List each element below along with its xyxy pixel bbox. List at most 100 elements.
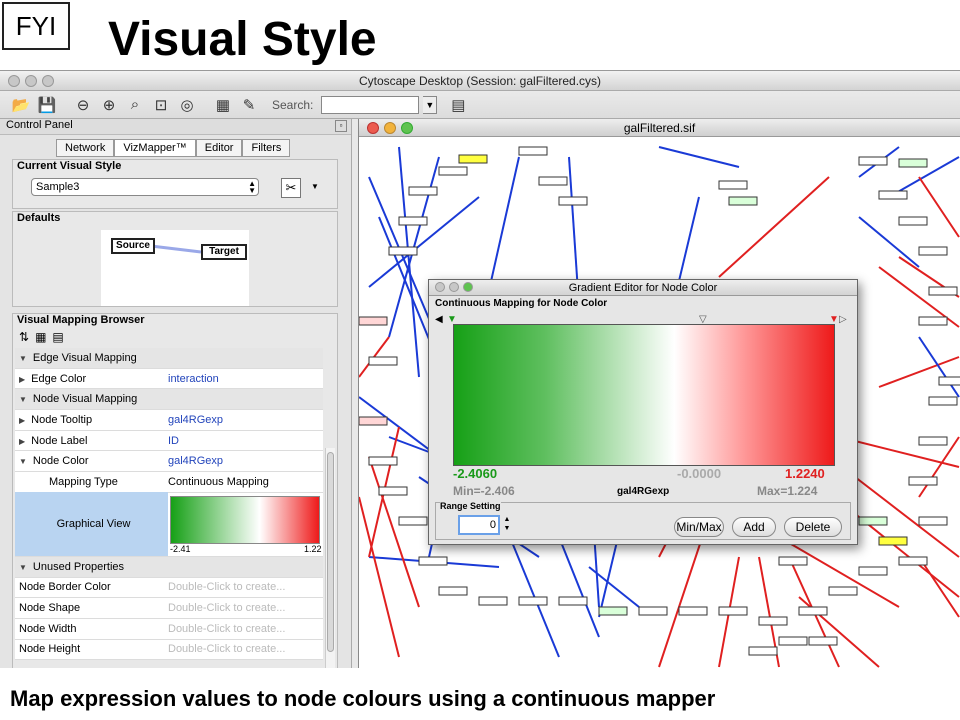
- table-row[interactable]: ▶ Node Tooltip gal4RGexp: [15, 410, 323, 431]
- network-node[interactable]: [908, 476, 938, 486]
- spinner-arrows-icon[interactable]: ▲ ▼: [502, 515, 512, 535]
- network-node[interactable]: [518, 596, 548, 606]
- network-node[interactable]: [598, 606, 628, 616]
- edit-icon[interactable]: ✎: [238, 94, 260, 116]
- network-node[interactable]: [748, 646, 778, 656]
- network-node[interactable]: [438, 166, 468, 176]
- style-options-icon[interactable]: ✂: [281, 178, 301, 198]
- property-scrollbar[interactable]: [325, 448, 335, 668]
- network-node[interactable]: [558, 196, 588, 206]
- tab-network[interactable]: Network: [56, 139, 115, 157]
- network-node[interactable]: [858, 566, 888, 576]
- table-row[interactable]: ▼ Unused Properties: [15, 556, 323, 578]
- table-row[interactable]: ▼ Edge Visual Mapping: [15, 348, 323, 369]
- network-node[interactable]: [678, 606, 708, 616]
- network-node[interactable]: [798, 606, 828, 616]
- table-row[interactable]: Node Height Double-Click to create...: [15, 639, 323, 661]
- network-node[interactable]: [918, 316, 948, 326]
- network-edge: [918, 436, 960, 498]
- defaults-preview[interactable]: Source Target: [101, 230, 249, 306]
- search-input[interactable]: [321, 95, 420, 114]
- zoom-fit-icon[interactable]: ⊡: [150, 94, 172, 116]
- network-node[interactable]: [558, 596, 588, 606]
- network-node[interactable]: [359, 416, 388, 426]
- zoom-selected-icon[interactable]: ⌕: [124, 94, 146, 116]
- network-node[interactable]: [898, 556, 928, 566]
- network-node[interactable]: [368, 456, 398, 466]
- table-row[interactable]: ▼ Node Color gal4RGexp: [15, 451, 323, 473]
- save-icon[interactable]: 💾: [36, 94, 58, 116]
- network-node[interactable]: [938, 376, 960, 386]
- network-node[interactable]: [408, 186, 438, 196]
- vizmapper-icon[interactable]: ▦: [212, 94, 234, 116]
- range-setting-group: Range Setting 0 ▲ ▼ Min/Max Add Delete: [435, 501, 851, 540]
- network-node[interactable]: [378, 486, 408, 496]
- network-node[interactable]: [898, 158, 928, 168]
- preferences-icon[interactable]: ▤: [447, 94, 469, 116]
- table-row[interactable]: Node Border Color Double-Click to create.…: [15, 577, 323, 599]
- network-node[interactable]: [398, 216, 428, 226]
- add-button[interactable]: Add: [732, 517, 776, 537]
- network-node[interactable]: [758, 616, 788, 626]
- network-node[interactable]: [898, 216, 928, 226]
- scrollbar-thumb[interactable]: [327, 452, 334, 652]
- network-node[interactable]: [858, 516, 888, 526]
- network-node[interactable]: [388, 246, 418, 256]
- network-node[interactable]: [808, 636, 838, 646]
- left-arrow-icon[interactable]: ◀: [435, 314, 443, 325]
- network-node[interactable]: [418, 556, 448, 566]
- search-dropdown-icon[interactable]: ▼: [423, 95, 438, 114]
- network-node[interactable]: [728, 196, 758, 206]
- network-node[interactable]: [478, 596, 508, 606]
- help-icon[interactable]: ◎: [176, 94, 198, 116]
- defaults-title: Defaults: [17, 212, 61, 224]
- graphical-view-row[interactable]: Graphical View -2.41 1.22: [15, 492, 323, 557]
- network-node[interactable]: [398, 516, 428, 526]
- range-value-input[interactable]: 0: [458, 515, 500, 535]
- network-node[interactable]: [538, 176, 568, 186]
- fyi-badge: FYI: [2, 2, 70, 50]
- tab-filters[interactable]: Filters: [242, 139, 291, 157]
- open-folder-icon[interactable]: 📂: [10, 94, 32, 116]
- style-options-dropdown-icon[interactable]: ▼: [311, 182, 319, 191]
- table-row[interactable]: ▶ Edge Color interaction: [15, 368, 323, 390]
- categorized-view-icon[interactable]: ▦: [35, 330, 46, 344]
- table-row[interactable]: Mapping Type Continuous Mapping: [15, 472, 323, 493]
- network-node[interactable]: [778, 556, 808, 566]
- delete-button[interactable]: Delete: [784, 517, 842, 537]
- network-node[interactable]: [718, 606, 748, 616]
- network-node[interactable]: [828, 586, 858, 596]
- network-node[interactable]: [918, 516, 948, 526]
- table-row[interactable]: Node Width Double-Click to create...: [15, 618, 323, 640]
- network-node[interactable]: [368, 356, 398, 366]
- network-node[interactable]: [359, 316, 388, 326]
- zoom-out-icon[interactable]: ⊖: [72, 94, 94, 116]
- float-panel-icon[interactable]: ▫: [335, 120, 347, 132]
- table-row[interactable]: ▶ Node Label ID: [15, 430, 323, 452]
- table-row[interactable]: ▼ Node Visual Mapping: [15, 389, 323, 411]
- zoom-in-icon[interactable]: ⊕: [98, 94, 120, 116]
- network-node[interactable]: [518, 146, 548, 156]
- tab-vizmapper[interactable]: VizMapper™: [114, 139, 196, 157]
- sort-icon[interactable]: ⇅: [19, 330, 29, 344]
- tab-editor[interactable]: Editor: [195, 139, 243, 157]
- list-view-icon[interactable]: ▤: [52, 330, 63, 344]
- network-node[interactable]: [718, 180, 748, 190]
- network-node[interactable]: [458, 154, 488, 164]
- visual-style-select[interactable]: Sample3 ▲ ▼: [31, 178, 259, 196]
- minmax-button[interactable]: Min/Max: [674, 517, 724, 537]
- right-arrow-icon[interactable]: ▷: [839, 314, 847, 325]
- network-node[interactable]: [918, 436, 948, 446]
- network-node[interactable]: [778, 636, 808, 646]
- gradient-bar[interactable]: [453, 324, 835, 466]
- network-node[interactable]: [918, 246, 948, 256]
- network-node[interactable]: [928, 286, 958, 296]
- network-node[interactable]: [438, 586, 468, 596]
- network-node[interactable]: [928, 396, 958, 406]
- table-row[interactable]: Node Shape Double-Click to create...: [15, 598, 323, 619]
- network-node[interactable]: [878, 190, 908, 200]
- network-node[interactable]: [638, 606, 668, 616]
- network-node[interactable]: [878, 536, 908, 546]
- network-node[interactable]: [858, 156, 888, 166]
- network-edge: [588, 566, 640, 608]
